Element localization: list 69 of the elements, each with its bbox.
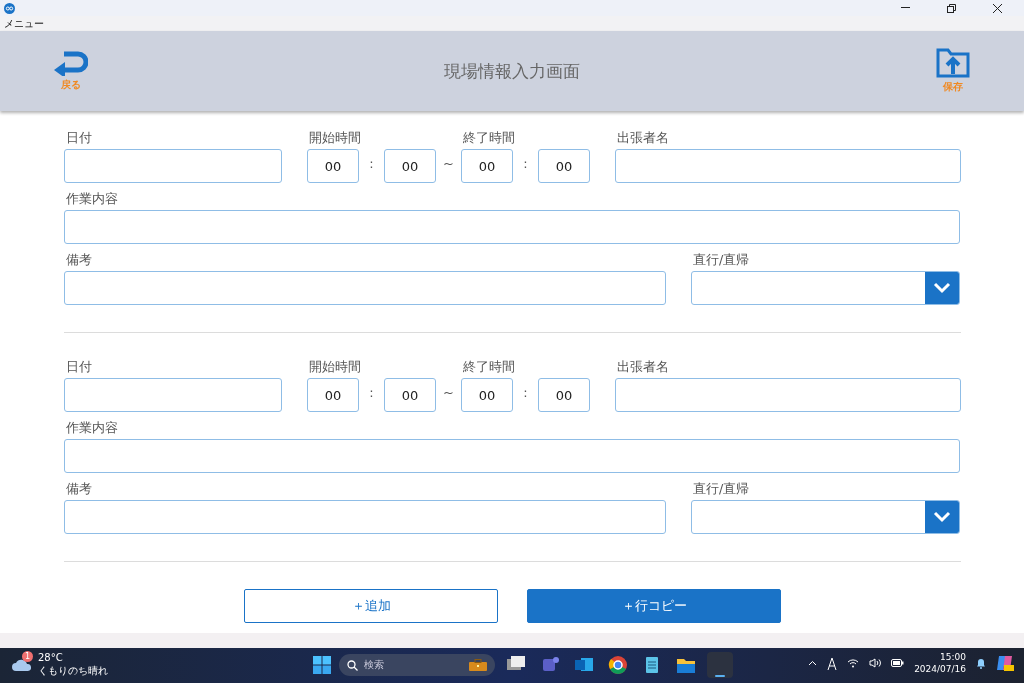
- restore-icon: [946, 3, 956, 13]
- wifi-icon[interactable]: [847, 658, 860, 668]
- field-label: 開始時間: [308, 359, 362, 376]
- font-a-icon[interactable]: [827, 656, 838, 670]
- notification-badge: 1: [22, 651, 33, 662]
- start-icon[interactable]: [313, 656, 331, 674]
- separator: :: [522, 384, 529, 402]
- chevron-down-icon: [933, 282, 951, 294]
- bell-icon[interactable]: [976, 657, 986, 669]
- close-icon: [992, 3, 1002, 13]
- minimize-icon: [900, 7, 910, 9]
- input-field[interactable]: [615, 378, 961, 412]
- time-field[interactable]: 00: [461, 149, 513, 183]
- time-field[interactable]: 00: [538, 149, 590, 183]
- weather-text: くもりのち晴れ: [38, 664, 108, 677]
- action-button[interactable]: ＋行コピー: [527, 589, 781, 623]
- chrome-icon: [607, 654, 629, 676]
- input-field[interactable]: [64, 439, 960, 473]
- search-field[interactable]: 検索: [339, 654, 495, 676]
- upload-folder-icon: [936, 48, 970, 78]
- field-label: 備考: [65, 252, 93, 269]
- briefcase-icon: [469, 659, 487, 671]
- field-label: 直行/直帰: [692, 481, 751, 498]
- field-label: 開始時間: [308, 130, 362, 147]
- screen-title: 現場情報入力画面: [444, 59, 580, 83]
- cloud-icon: [12, 657, 32, 671]
- separator: :: [522, 155, 529, 173]
- input-field[interactable]: [615, 149, 961, 183]
- dropdown-field[interactable]: [691, 500, 960, 534]
- chevron-up-icon[interactable]: [808, 660, 818, 666]
- time-field[interactable]: 00: [384, 149, 436, 183]
- separator: :: [368, 384, 375, 402]
- time-field[interactable]: 00: [461, 378, 513, 412]
- separator: :: [368, 155, 375, 173]
- field-label: 終了時間: [462, 359, 516, 376]
- time-field[interactable]: 00: [307, 149, 359, 183]
- field-label: 作業内容: [65, 191, 119, 208]
- clock[interactable]: 15:00 2024/07/16: [914, 651, 966, 675]
- field-label: 出張者名: [616, 130, 670, 147]
- input-field[interactable]: [64, 500, 666, 534]
- taskbar-app[interactable]: [707, 652, 733, 678]
- input-field[interactable]: [64, 378, 282, 412]
- time-field[interactable]: 00: [384, 378, 436, 412]
- field-label: 作業内容: [65, 420, 119, 437]
- battery-icon[interactable]: [891, 659, 905, 667]
- field-label: 出張者名: [616, 359, 670, 376]
- weather-widget[interactable]: 1 28°C くもりのち晴れ: [12, 651, 108, 677]
- copilot-icon[interactable]: [996, 654, 1014, 672]
- dropdown-field[interactable]: [691, 271, 960, 305]
- chevron-down-icon: [933, 511, 951, 523]
- search-icon: [347, 659, 358, 671]
- field-label: 日付: [65, 359, 93, 376]
- speaker-icon[interactable]: [869, 658, 882, 668]
- field-label: 直行/直帰: [692, 252, 751, 269]
- temperature: 28°C: [38, 651, 64, 664]
- field-label: 日付: [65, 130, 93, 147]
- separator: ~: [442, 155, 455, 173]
- menu-item[interactable]: メニュー: [4, 16, 44, 31]
- action-button[interactable]: ＋追加: [244, 589, 498, 623]
- input-field[interactable]: [64, 271, 666, 305]
- time-field[interactable]: 00: [307, 378, 359, 412]
- field-label: 備考: [65, 481, 93, 498]
- separator: ~: [442, 384, 455, 402]
- time-field[interactable]: 00: [538, 378, 590, 412]
- return-arrow-icon: [54, 50, 88, 76]
- input-field[interactable]: [64, 210, 960, 244]
- input-field[interactable]: [64, 149, 282, 183]
- field-label: 終了時間: [462, 130, 516, 147]
- app-logo-icon: [4, 2, 15, 14]
